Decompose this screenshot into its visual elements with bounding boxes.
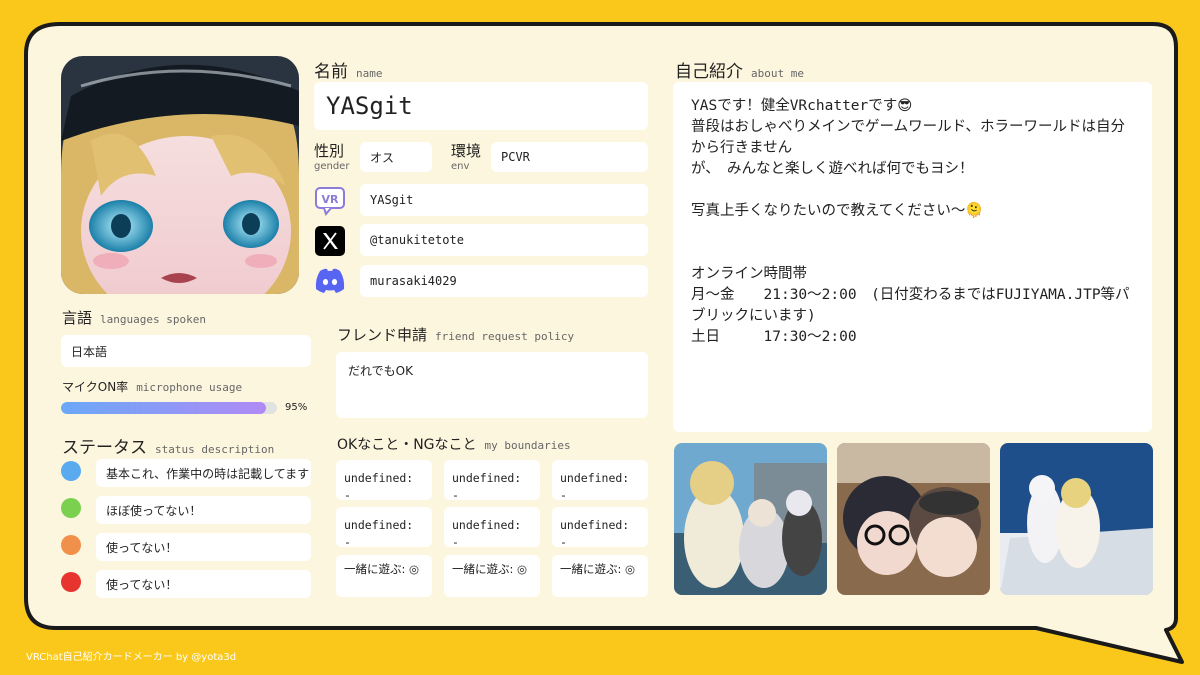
boundary-item: 一緒に遊ぶ: ◎ [336, 555, 432, 597]
about-label: 自己紹介 about me [675, 62, 804, 82]
status-dot-green [61, 498, 81, 518]
boundaries-label: OKなこと・NGなこと my boundaries [337, 437, 571, 453]
discord-logo-icon [314, 267, 346, 295]
env-label: 環境 env [451, 142, 482, 173]
photo-3 [1000, 443, 1153, 595]
boundary-item: 一緒に遊ぶ: ◎ [552, 555, 648, 597]
name-label: 名前 name [314, 62, 383, 82]
vrchat-logo-icon: VR [314, 185, 346, 217]
status-dot-orange [61, 535, 81, 555]
boundary-item: undefined: - [336, 460, 432, 502]
mic-progress-bar [61, 402, 277, 414]
svg-text:VR: VR [322, 193, 340, 206]
mic-label: マイクON率 microphone usage [62, 380, 243, 394]
boundary-item: undefined: - [552, 460, 648, 502]
avatar-image [61, 56, 299, 294]
mic-percent: 95% [285, 402, 308, 413]
vrchat-id-field: YASgit [360, 184, 648, 216]
x-handle-field: @tanukitetote [360, 224, 648, 256]
boundary-item: undefined: - [552, 507, 648, 549]
boundary-item: undefined: - [444, 507, 540, 549]
boundary-item: undefined: - [336, 507, 432, 549]
status-dot-red [61, 572, 81, 592]
photo-1 [674, 443, 827, 595]
footer-credit: VRChat自己紹介カードメーカー by @yota3d [26, 652, 237, 663]
status-text-red: 使ってない！ [96, 570, 311, 598]
gender-label: 性別 gender [314, 142, 350, 173]
discord-field: murasaki4029 [360, 265, 648, 297]
status-text-orange: 使ってない！ [96, 533, 311, 561]
about-text: YASです！健全VRchatterです😎 普段はおしゃべりメインでゲームワールド… [673, 82, 1152, 432]
name-field: YASgit [314, 82, 648, 130]
languages-label: 言語 languages spoken [62, 309, 206, 327]
boundary-item: undefined: - [444, 460, 540, 502]
mic-progress-fill [61, 402, 267, 414]
friend-request-field: だれでもOK [336, 352, 648, 418]
friend-request-label: フレンド申請 friend request policy [337, 326, 575, 344]
status-dot-blue [61, 461, 81, 481]
gender-field: オス [360, 142, 432, 172]
status-text-blue: 基本これ、作業中の時は記載してます [96, 459, 311, 487]
languages-field: 日本語 [61, 335, 311, 367]
boundary-item: 一緒に遊ぶ: ◎ [444, 555, 540, 597]
env-field: PCVR [491, 142, 648, 172]
status-label: ステータス status description [62, 438, 275, 458]
status-text-green: ほぼ使ってない！ [96, 496, 311, 524]
x-logo-icon [315, 226, 345, 256]
photo-2 [837, 443, 990, 595]
